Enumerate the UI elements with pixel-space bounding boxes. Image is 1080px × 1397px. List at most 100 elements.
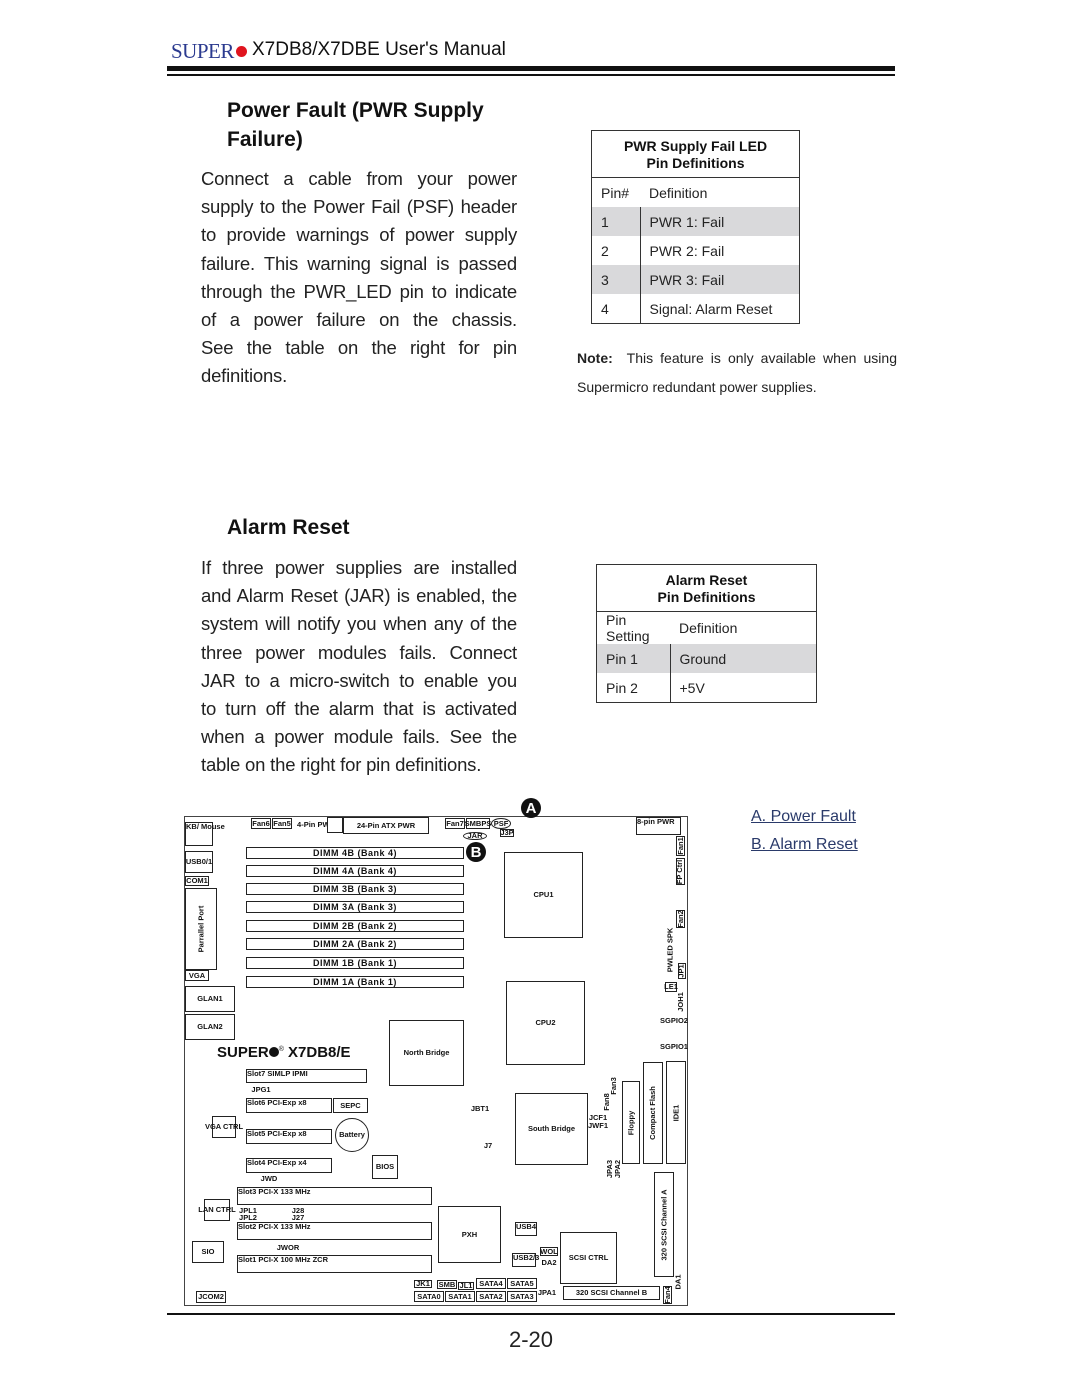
component-label: IDE1 [671, 1104, 680, 1121]
board-component-ide1: IDE1 [666, 1061, 686, 1164]
component-label: CPU1 [533, 890, 554, 899]
component-label: SCSI CTRL [568, 1253, 609, 1262]
component-label: JAR [467, 831, 483, 840]
component-label: PSF [493, 818, 509, 828]
board-component-dimm-4b-bank-4: DIMM 4B (Bank 4) [246, 847, 464, 859]
manual-title: X7DB8/X7DBE User's Manual [252, 39, 506, 60]
board-component-jpa2: JPA2 [612, 1158, 624, 1180]
definition-cell: PWR 3: Fail [640, 265, 800, 294]
link-power-fault[interactable]: A. Power Fault [751, 808, 856, 826]
component-label: VGA CTRL [204, 1122, 244, 1131]
pin-cell: Pin 2 [596, 673, 671, 703]
component-label: VGA [188, 970, 206, 980]
board-component-glan2: GLAN2 [185, 1014, 235, 1040]
component-label: SATA4 [479, 1278, 503, 1288]
component-label: SMB [438, 1279, 456, 1289]
board-component-sepc: SEPC [333, 1098, 368, 1113]
component-label: DIMM 3A (Bank 3) [313, 902, 397, 912]
component-label: JP1 [677, 964, 687, 978]
board-component-cpu1: CPU1 [504, 852, 583, 938]
component-label: 24-Pin ATX PWR [356, 820, 416, 830]
board-component-smb: SMB [437, 1280, 457, 1289]
board-component-sata0: SATA0 [414, 1291, 444, 1302]
component-label: J3P [500, 828, 514, 837]
component-label: JPA2 [613, 1159, 622, 1179]
board-component-smbps: SMBPS [465, 818, 491, 829]
component-label: 8-pin PWR [637, 817, 675, 826]
alarm-reset-paragraph: If three power supplies are installed and… [201, 554, 517, 780]
board-component-jcom2: JCOM2 [196, 1291, 226, 1303]
board-component-sata1: SATA1 [445, 1291, 475, 1302]
board-component-com1: COM1 [185, 876, 209, 886]
component-label: SATA0 [417, 1291, 441, 1301]
board-component-south-bridge: South Bridge [515, 1093, 588, 1165]
board-component-parrallel-port: Parrallel Port [185, 888, 217, 970]
alarm-reset-table: Alarm Reset Pin Definitions Pin Setting De… [596, 564, 817, 703]
board-component-battery: Battery [335, 1118, 369, 1152]
board-component-fp-ctrl: FP Ctrl [676, 858, 685, 885]
board-component-fan4: Fan4 [663, 1286, 672, 1304]
board-component-320-scsi-channel-a: 320 SCSI Channel A [654, 1172, 674, 1277]
board-component-slot3-pci-x-133-mhz: Slot3 PCI-X 133 MHz [237, 1187, 432, 1205]
component-label: Floppy [626, 1110, 635, 1135]
component-label: DIMM 1B (Bank 1) [312, 958, 397, 968]
board-component-dimm-1a-bank-1: DIMM 1A (Bank 1) [246, 976, 464, 988]
component-label: DA2 [541, 1257, 557, 1267]
text-line: through the PWR_LED pin to indicate [201, 280, 517, 302]
board-component-dimm-3b-bank-3: DIMM 3B (Bank 3) [246, 883, 464, 895]
component-label: JPL2 [239, 1213, 257, 1222]
component-label: Fan3 [609, 1077, 619, 1095]
board-component-slot2-pci-x-133-mhz: Slot2 PCI-X 133 MHz [237, 1222, 432, 1240]
link-alarm-reset[interactable]: B. Alarm Reset [751, 836, 858, 854]
text-line: system will notify you when any of the [201, 613, 517, 635]
definition-cell: PWR 1: Fail [640, 207, 800, 236]
marker-b: B [466, 842, 486, 862]
component-label: South Bridge [527, 1124, 576, 1133]
component-label: SATA1 [448, 1291, 472, 1301]
definition-cell: PWR 2: Fail [649, 242, 725, 259]
board-component-scsi-ctrl: SCSI CTRL [560, 1232, 617, 1284]
table-row: 2 PWR 2: Fail [591, 236, 800, 265]
component-label: Slot7 SIMLP IPMI [247, 1069, 308, 1078]
table-title: Alarm Reset Pin Definitions [596, 564, 817, 612]
pin-cell: 3 [591, 265, 641, 294]
component-label: JWOR [276, 1243, 300, 1252]
board-component-j7: J7 [481, 1140, 495, 1152]
component-label: WOL [540, 1246, 558, 1256]
component-label: SATA2 [479, 1291, 503, 1301]
board-component-sata3: SATA3 [507, 1291, 537, 1302]
component-label: 320 SCSI Channel A [659, 1189, 668, 1260]
component-label: Slot5 PCI-Exp x8 [247, 1129, 307, 1138]
definition-cell: Signal: Alarm Reset [649, 300, 773, 317]
board-component-fan1: Fan1 [676, 836, 685, 856]
marker-a: A [521, 798, 541, 818]
component-label: Fan2 [675, 910, 685, 928]
component-label: SGPIO1 [660, 1042, 688, 1051]
component-label: Fan7 [446, 818, 464, 828]
component-label: DIMM 3B (Bank 3) [312, 884, 397, 894]
board-component-slot4-pci-exp-x4: Slot4 PCI-Exp x4 [246, 1158, 332, 1173]
component-label: Fan5 [273, 818, 291, 828]
board-component-connector [327, 817, 343, 833]
board-component-jk1: JK1 [414, 1280, 432, 1288]
board-component-compact-flash: Compact Flash [643, 1062, 663, 1164]
column-header: Pin Setting [606, 612, 650, 644]
board-component-vga: VGA [185, 970, 209, 981]
component-label: USB0/1 [185, 857, 213, 866]
section-heading-power-fault: Power Fault (PWR Supply Failure) [227, 99, 484, 151]
board-component-fan7: Fan7 [445, 818, 465, 829]
board-component-sgpio1: SGPIO1 [660, 1042, 688, 1052]
board-component-slot1-pci-x-100-mhz-zcr: Slot1 PCI-X 100 MHz ZCR [237, 1255, 432, 1273]
component-label: BIOS [375, 1162, 395, 1171]
column-header: Definition [649, 184, 708, 201]
component-label: DIMM 4A (Bank 4) [313, 866, 397, 876]
board-component-bios: BIOS [372, 1155, 398, 1179]
board-component-da1: DA1 [673, 1274, 683, 1289]
power-fault-paragraph: Connect a cable from your power supply to… [201, 165, 517, 391]
component-label: Battery [339, 1130, 365, 1139]
pwr-supply-fail-led-table: PWR Supply Fail LED Pin Definitions Pin# D… [591, 130, 800, 324]
table-row: Pin 1 Ground [596, 644, 817, 673]
text-line: of a power failure on the chassis. [201, 309, 517, 331]
text-line: If three power supplies are installed [201, 557, 517, 578]
board-component-usb0-1: USB0/1 [185, 851, 213, 873]
